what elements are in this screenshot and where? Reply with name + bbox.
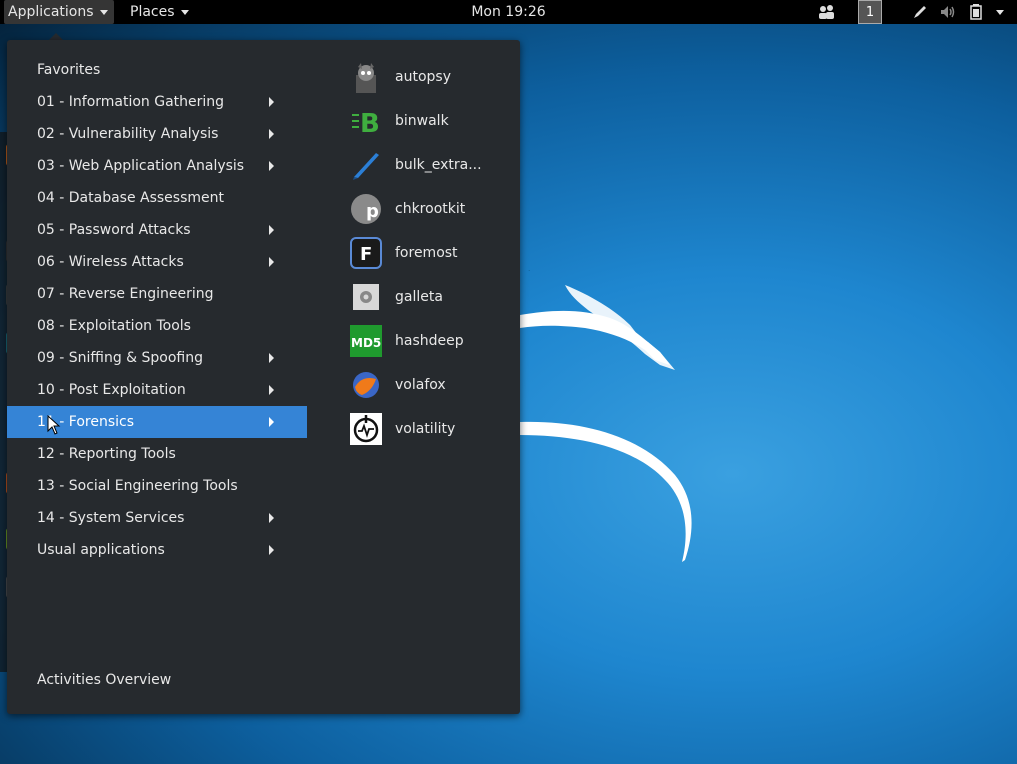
- submenu-arrow-icon: [269, 513, 274, 523]
- app-label: galleta: [395, 289, 443, 305]
- category-reverse-engineering[interactable]: 07 - Reverse Engineering: [7, 278, 307, 310]
- activities-overview-link[interactable]: Activities Overview: [37, 672, 171, 688]
- bulk-extractor-icon: [353, 153, 379, 180]
- category-database-assessment[interactable]: 04 - Database Assessment: [7, 182, 307, 214]
- category-information-gathering[interactable]: 01 - Information Gathering: [7, 86, 307, 118]
- category-label: 12 - Reporting Tools: [37, 446, 176, 462]
- battery-icon[interactable]: [970, 0, 982, 24]
- category-reporting-tools[interactable]: 12 - Reporting Tools: [7, 438, 307, 470]
- volatility-icon: [350, 413, 382, 445]
- foremost-icon: F: [350, 237, 382, 269]
- app-label: volafox: [395, 377, 446, 393]
- category-label: 05 - Password Attacks: [37, 222, 191, 238]
- submenu-arrow-icon: [269, 385, 274, 395]
- category-label: Usual applications: [37, 542, 165, 558]
- app-foremost[interactable]: F foremost: [350, 233, 510, 277]
- category-wireless-attacks[interactable]: 06 - Wireless Attacks: [7, 246, 307, 278]
- category-vulnerability-analysis[interactable]: 02 - Vulnerability Analysis: [7, 118, 307, 150]
- top-panel: Applications Places Mon 19:26 1: [0, 0, 1017, 24]
- submenu-arrow-icon: [269, 545, 274, 555]
- app-bulk-extractor[interactable]: bulk_extra...: [350, 145, 510, 189]
- category-exploitation-tools[interactable]: 08 - Exploitation Tools: [7, 310, 307, 342]
- svg-text:p: p: [366, 201, 379, 222]
- app-autopsy[interactable]: autopsy: [350, 57, 510, 101]
- system-menu-caret-icon[interactable]: [996, 10, 1004, 15]
- category-label: 07 - Reverse Engineering: [37, 286, 214, 302]
- category-web-application-analysis[interactable]: 03 - Web Application Analysis: [7, 150, 307, 182]
- clock-label: Mon 19:26: [471, 4, 546, 20]
- category-favorites[interactable]: Favorites: [7, 54, 307, 86]
- category-label: 14 - System Services: [37, 510, 185, 526]
- galleta-icon: [353, 284, 379, 310]
- category-label: 02 - Vulnerability Analysis: [37, 126, 219, 142]
- category-label: 13 - Social Engineering Tools: [37, 478, 238, 494]
- app-label: hashdeep: [395, 333, 464, 349]
- binwalk-icon: B: [352, 109, 380, 137]
- app-volafox[interactable]: volafox: [350, 365, 510, 409]
- category-label: 03 - Web Application Analysis: [37, 158, 245, 174]
- category-label: Favorites: [37, 62, 101, 78]
- submenu-arrow-icon: [269, 97, 274, 107]
- category-label: 08 - Exploitation Tools: [37, 318, 191, 334]
- volafox-icon: [353, 372, 379, 398]
- app-label: chkrootkit: [395, 201, 466, 217]
- svg-text:MD5: MD5: [351, 336, 381, 350]
- app-volatility[interactable]: volatility: [350, 409, 510, 453]
- app-galleta[interactable]: galleta: [350, 277, 510, 321]
- category-label: 10 - Post Exploitation: [37, 382, 186, 398]
- chkrootkit-icon: p: [351, 194, 381, 224]
- category-label: 01 - Information Gathering: [37, 94, 225, 110]
- submenu-arrow-icon: [269, 161, 274, 171]
- workspace-number: 1: [865, 5, 875, 20]
- svg-text:F: F: [360, 244, 372, 265]
- workspace-indicator[interactable]: 1: [858, 0, 882, 24]
- app-list: autopsy B binwalk bulk_extra... p chkroo…: [350, 57, 510, 453]
- category-system-services[interactable]: 14 - System Services: [7, 502, 307, 534]
- category-usual-applications[interactable]: Usual applications: [7, 534, 307, 566]
- activities-label: Activities Overview: [37, 672, 172, 688]
- app-binwalk[interactable]: B binwalk: [350, 101, 510, 145]
- mouse-cursor-icon: [47, 415, 61, 435]
- app-label: binwalk: [395, 113, 449, 129]
- autopsy-icon: [356, 63, 376, 93]
- app-label: autopsy: [395, 69, 451, 85]
- category-label: 09 - Sniffing & Spoofing: [37, 350, 204, 366]
- submenu-arrow-icon: [269, 417, 274, 427]
- submenu-arrow-icon: [269, 353, 274, 363]
- app-label: foremost: [395, 245, 458, 261]
- app-label: volatility: [395, 421, 456, 437]
- category-sniffing-spoofing[interactable]: 09 - Sniffing & Spoofing: [7, 342, 307, 374]
- applications-menu: Favorites 01 - Information Gathering 02 …: [7, 40, 520, 714]
- submenu-arrow-icon: [269, 257, 274, 267]
- category-post-exploitation[interactable]: 10 - Post Exploitation: [7, 374, 307, 406]
- category-social-engineering-tools[interactable]: 13 - Social Engineering Tools: [7, 470, 307, 502]
- submenu-arrow-icon: [269, 129, 274, 139]
- app-label: bulk_extra...: [395, 157, 482, 173]
- hashdeep-icon: MD5: [350, 325, 382, 357]
- category-label: 04 - Database Assessment: [37, 190, 224, 206]
- category-label: 06 - Wireless Attacks: [37, 254, 184, 270]
- volume-icon[interactable]: [940, 0, 956, 24]
- svg-text:B: B: [360, 109, 380, 137]
- app-chkrootkit[interactable]: p chkrootkit: [350, 189, 510, 233]
- category-list: Favorites 01 - Information Gathering 02 …: [7, 54, 307, 566]
- submenu-arrow-icon: [269, 225, 274, 235]
- app-hashdeep[interactable]: MD5 hashdeep: [350, 321, 510, 365]
- pen-icon[interactable]: [912, 0, 928, 24]
- category-password-attacks[interactable]: 05 - Password Attacks: [7, 214, 307, 246]
- accessibility-people-icon[interactable]: [818, 0, 836, 24]
- menu-pointer: [49, 33, 63, 40]
